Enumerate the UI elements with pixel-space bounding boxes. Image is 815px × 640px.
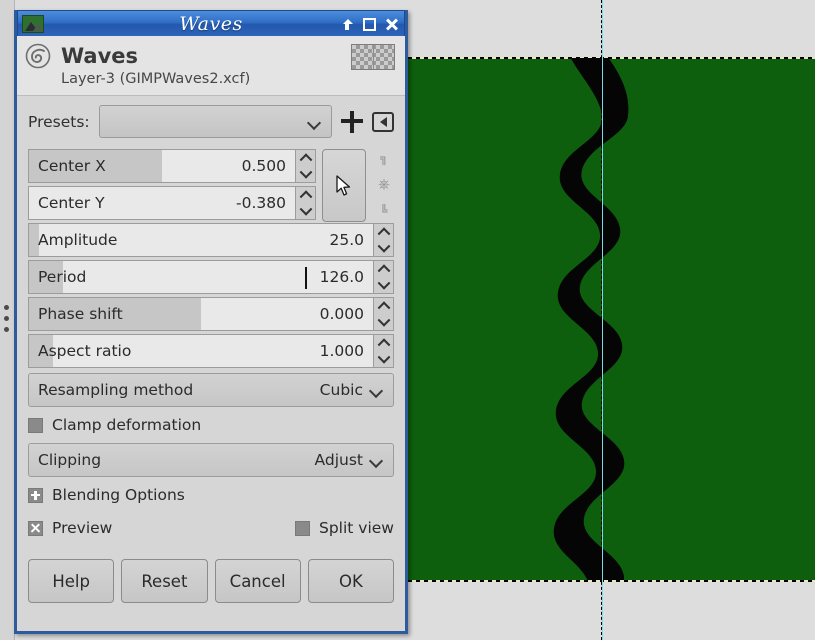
dialog-button-row: Help Reset Cancel OK: [28, 559, 394, 603]
period-label: Period: [38, 268, 87, 286]
aspect-ratio-slider[interactable]: Aspect ratio 1.000: [28, 334, 374, 368]
blending-options-expander[interactable]: Blending Options: [28, 480, 394, 510]
cancel-button[interactable]: Cancel: [214, 559, 301, 603]
shade-button[interactable]: [341, 18, 354, 31]
spin-up-icon[interactable]: [374, 335, 393, 351]
center-x-slider[interactable]: Center X 0.500: [28, 149, 296, 183]
resampling-method-value: Cubic: [319, 381, 363, 399]
amplitude-label: Amplitude: [38, 231, 118, 249]
chevron-down-icon: [371, 386, 384, 394]
period-value[interactable]: 126.0: [320, 268, 364, 286]
amplitude-slider[interactable]: Amplitude 25.0: [28, 223, 374, 257]
page-title: Waves: [61, 44, 139, 68]
spin-up-icon[interactable]: [296, 150, 315, 166]
chevron-down-icon: [309, 118, 322, 126]
chevron-down-icon: [371, 456, 384, 464]
phase-shift-row: Phase shift 0.000: [28, 297, 394, 331]
center-y-slider[interactable]: Center Y -0.380: [28, 186, 296, 220]
clipping-label: Clipping: [38, 451, 102, 469]
center-controls-group: Center X 0.500 Center Y -0.380 ╗ ⎈ ╚: [28, 149, 395, 222]
text-caret: [305, 267, 307, 289]
spin-down-icon[interactable]: [374, 351, 393, 367]
clipping-combobox[interactable]: Clipping Adjust: [28, 443, 394, 477]
amplitude-row: Amplitude 25.0: [28, 223, 394, 257]
center-tools: ╗ ⎈ ╚: [322, 149, 395, 222]
checkbox-checked-icon[interactable]: [28, 520, 43, 536]
period-row: Period 126.0: [28, 260, 394, 294]
window-buttons: [341, 11, 398, 37]
mouse-cursor-icon: [336, 174, 351, 196]
spin-down-icon[interactable]: [374, 314, 393, 330]
preview-row: Preview Split view: [28, 513, 394, 543]
screen: Waves Waves Layer-3 (GIMPWaves2.xcf) Pre…: [0, 0, 815, 640]
center-y-label: Center Y: [38, 194, 105, 212]
presets-combobox[interactable]: [98, 105, 332, 138]
preset-menu-icon[interactable]: [372, 111, 394, 132]
help-button[interactable]: Help: [28, 559, 115, 603]
gimp-logo-icon: [25, 43, 51, 69]
grip-dots: [4, 305, 9, 332]
clamp-deformation-checkbox[interactable]: Clamp deformation: [28, 410, 394, 440]
blending-options-label: Blending Options: [52, 486, 185, 504]
presets-label: Presets:: [28, 112, 90, 131]
spin-up-icon[interactable]: [374, 298, 393, 314]
maximize-button[interactable]: [363, 17, 376, 31]
split-view-label[interactable]: Split view: [319, 519, 394, 537]
resampling-method-combobox[interactable]: Resampling method Cubic: [28, 373, 394, 407]
phase-shift-spinner[interactable]: [374, 297, 394, 331]
center-x-row: Center X 0.500: [28, 149, 316, 183]
spin-up-icon[interactable]: [374, 261, 393, 277]
waves-filter-dialog: Waves Waves Layer-3 (GIMPWaves2.xcf) Pre…: [14, 10, 408, 634]
spin-up-icon[interactable]: [296, 187, 315, 203]
close-button[interactable]: [385, 18, 398, 31]
clamp-deformation-label: Clamp deformation: [52, 416, 202, 434]
vertical-guide[interactable]: [601, 0, 603, 640]
layer-subtitle: Layer-3 (GIMPWaves2.xcf): [61, 71, 251, 87]
split-view-checkbox-icon[interactable]: [295, 520, 310, 536]
plus-icon[interactable]: [341, 110, 363, 133]
pointer-picker-icon[interactable]: [322, 149, 366, 222]
broken-chain-icon[interactable]: ╗ ⎈ ╚: [373, 149, 395, 220]
dialog-body: Presets: Center X 0.500 Center Y -0.380 …: [17, 96, 405, 603]
center-y-row: Center Y -0.380: [28, 186, 316, 220]
checkbox-unchecked-icon[interactable]: [28, 417, 43, 433]
center-y-value: -0.380: [236, 194, 286, 212]
center-y-spinner[interactable]: [296, 186, 316, 220]
spin-up-icon[interactable]: [374, 224, 393, 240]
layer-transparency-thumbnail: [351, 44, 395, 70]
spin-down-icon[interactable]: [296, 166, 315, 182]
aspect-ratio-label: Aspect ratio: [38, 342, 132, 360]
gimp-wilber-icon: [22, 14, 44, 33]
phase-shift-label: Phase shift: [38, 305, 123, 323]
amplitude-spinner[interactable]: [374, 223, 394, 257]
dock-drag-handle[interactable]: [0, 0, 15, 640]
amplitude-value: 25.0: [329, 231, 364, 249]
resampling-method-label: Resampling method: [38, 381, 194, 399]
spin-down-icon[interactable]: [374, 240, 393, 256]
aspect-ratio-spinner[interactable]: [374, 334, 394, 368]
aspect-ratio-value: 1.000: [319, 342, 364, 360]
center-x-value: 0.500: [241, 157, 286, 175]
aspect-ratio-row: Aspect ratio 1.000: [28, 334, 394, 368]
presets-row: Presets:: [28, 105, 394, 138]
period-slider[interactable]: Period 126.0: [28, 260, 374, 294]
period-spinner[interactable]: [374, 260, 394, 294]
clipping-value: Adjust: [314, 451, 363, 469]
spin-down-icon[interactable]: [296, 203, 315, 219]
dialog-header: Waves Layer-3 (GIMPWaves2.xcf): [17, 36, 405, 96]
phase-shift-slider[interactable]: Phase shift 0.000: [28, 297, 374, 331]
phase-shift-value: 0.000: [319, 305, 364, 323]
center-x-label: Center X: [38, 157, 106, 175]
preview-label[interactable]: Preview: [52, 519, 112, 537]
ok-button[interactable]: OK: [307, 559, 394, 603]
dialog-titlebar[interactable]: Waves: [17, 10, 405, 36]
center-x-spinner[interactable]: [296, 149, 316, 183]
spin-down-icon[interactable]: [374, 277, 393, 293]
expander-plus-icon[interactable]: [28, 487, 43, 503]
reset-button[interactable]: Reset: [121, 559, 208, 603]
